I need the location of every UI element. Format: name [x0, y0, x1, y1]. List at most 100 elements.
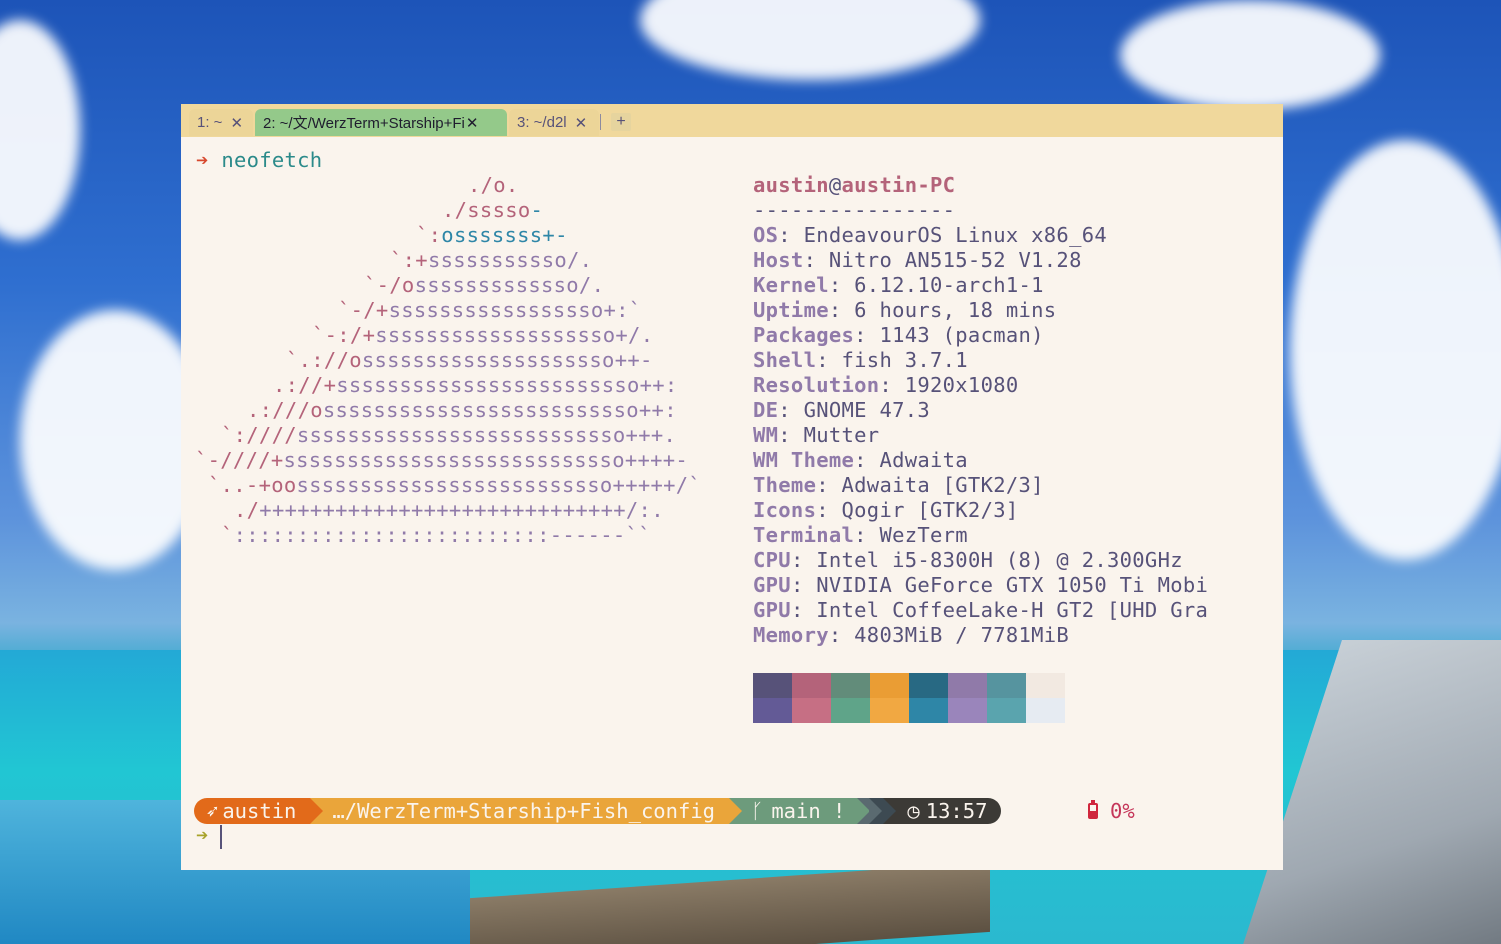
prompt-user-segment: ➶ austin: [194, 798, 324, 824]
info-colon: :: [854, 448, 880, 472]
info-row: WM: Mutter: [753, 423, 879, 448]
ascii-logo-segment-b: sssssssssssssssso+:`: [388, 298, 642, 322]
ascii-logo-segment-b: -: [530, 198, 544, 222]
battery-percent: 0%: [1110, 799, 1135, 823]
info-value: Adwaita: [879, 448, 968, 472]
info-colon: :: [816, 348, 842, 372]
info-colon: :: [879, 373, 905, 397]
ascii-logo-line: ./+++++++++++++++++++++++++++++/:.: [234, 498, 664, 523]
info-key: Host: [753, 248, 804, 272]
ascii-logo-line: .:///osssssssssssssssssssssssso++:: [247, 398, 677, 423]
info-colon: :: [816, 473, 842, 497]
ascii-logo-segment-a: `:+: [390, 248, 428, 272]
close-icon[interactable]: ✕: [230, 114, 243, 132]
color-swatch: [1026, 673, 1065, 698]
color-palette-bottom: [753, 698, 1065, 723]
tab-bar: 1: ~ ✕ 2: ~/文/WerzTerm+Starship+Fi ✕ 3: …: [181, 104, 1283, 137]
ascii-logo-line: ./sssso-: [442, 198, 543, 223]
ascii-logo-segment-a: `:: [416, 223, 442, 247]
info-value: Intel CoffeeLake-H GT2 [UHD Gra: [816, 598, 1209, 622]
info-row: Resolution: 1920x1080: [753, 373, 1019, 398]
color-swatch: [909, 673, 948, 698]
ascii-logo-segment-a: `:////: [221, 423, 297, 447]
prompt-time-segment: ◷ 13:57: [883, 798, 1002, 824]
info-key: Icons: [753, 498, 817, 522]
ascii-logo-segment-a: `.://o: [286, 348, 362, 372]
color-swatch: [948, 698, 987, 723]
ascii-logo-line: `:////ssssssssssssssssssssssssso+++.: [221, 423, 676, 448]
info-row: Memory: 4803MiB / 7781MiB: [753, 623, 1069, 648]
info-value: Intel i5-8300H (8) @ 2.300GHz: [816, 548, 1183, 572]
info-colon: :: [790, 598, 817, 622]
tab-2[interactable]: 2: ~/文/WerzTerm+Starship+Fi ✕: [255, 109, 507, 136]
info-key: WM Theme: [753, 448, 855, 472]
info-row: CPU: Intel i5-8300H (8) @ 2.300GHz: [753, 548, 1183, 573]
info-colon: :: [816, 498, 842, 522]
info-row: WM Theme: Adwaita: [753, 448, 968, 473]
info-key: OS: [753, 223, 779, 247]
close-icon[interactable]: ✕: [466, 114, 479, 132]
user-host: austin@austin-PC: [753, 173, 955, 198]
ascii-logo-segment-b: ssssssssssssssssssso++-: [361, 348, 653, 372]
info-value: 1143 (pacman): [879, 323, 1044, 347]
ascii-logo-segment-a: .:///o: [247, 398, 323, 422]
info-key: GPU: [753, 573, 791, 597]
clock-icon: ◷: [907, 799, 920, 823]
ascii-logo-segment-a: `-/o: [364, 273, 415, 297]
ascii-logo-line: `:osssssss+-: [416, 223, 568, 248]
info-value: 4803MiB / 7781MiB: [854, 623, 1070, 647]
tab-1[interactable]: 1: ~ ✕: [189, 109, 253, 136]
ascii-logo-line: `-////+sssssssssssssssssssssssssso++++-: [195, 448, 688, 473]
color-swatch: [792, 673, 831, 698]
cloud: [640, 0, 980, 80]
color-swatch: [870, 673, 909, 698]
segment-chevron: [310, 798, 324, 824]
git-branch-icon: ᚴ: [751, 799, 764, 823]
ascii-logo-segment-a: .://+: [273, 373, 337, 397]
ascii-logo-line: `-:/+sssssssssssssssssso+/.: [312, 323, 653, 348]
info-key: Shell: [753, 348, 817, 372]
close-icon[interactable]: ✕: [575, 114, 588, 132]
ascii-logo-segment-b: osssssss+-: [441, 223, 568, 247]
prompt-directory: …/WerzTerm+Starship+Fish_config: [332, 799, 716, 823]
tab-3[interactable]: 3: ~/d2l ✕: [509, 109, 599, 136]
info-row: GPU: NVIDIA GeForce GTX 1050 Ti Mobi: [753, 573, 1208, 598]
info-key: Uptime: [753, 298, 829, 322]
info-value: NVIDIA GeForce GTX 1050 Ti Mobi: [816, 573, 1209, 597]
tab-label: 3: ~/d2l: [517, 114, 567, 131]
ascii-logo-line: `..-+oosssssssssssssssssssssssso+++++/`: [208, 473, 701, 498]
ascii-logo-line: .://+ssssssssssssssssssssssso++:: [273, 373, 678, 398]
info-key: WM: [753, 423, 779, 447]
ascii-logo-segment-b: ssssssssssssssssssssssso++:: [336, 373, 678, 397]
info-colon: :: [803, 248, 829, 272]
ascii-logo-segment-b: sssssssssssso/.: [414, 273, 605, 297]
info-colon: :: [778, 423, 804, 447]
info-value: GNOME 47.3: [803, 398, 931, 422]
info-key: Theme: [753, 473, 817, 497]
info-value: 6.12.10-arch1-1: [854, 273, 1044, 297]
username: austin: [753, 173, 829, 197]
color-swatch: [948, 673, 987, 698]
info-row: Uptime: 6 hours, 18 mins: [753, 298, 1056, 323]
color-swatch: [792, 698, 831, 723]
color-swatch: [1026, 698, 1065, 723]
info-key: Packages: [753, 323, 855, 347]
info-colon: :: [828, 298, 855, 322]
ascii-logo-segment-a: `-////+: [195, 448, 284, 472]
cloud: [1290, 140, 1501, 560]
info-row: Icons: Qogir [GTK2/3]: [753, 498, 1019, 523]
new-tab-button[interactable]: +: [611, 113, 631, 131]
info-value: 1920x1080: [904, 373, 1019, 397]
info-value: Nitro AN515-52 V1.28: [828, 248, 1082, 272]
info-row: Terminal: WezTerm: [753, 523, 968, 548]
ascii-logo-line: `-/+sssssssssssssssso+:`: [338, 298, 641, 323]
ascii-logo-segment-a: `: [221, 523, 234, 547]
info-colon: :: [778, 398, 804, 422]
ascii-logo-segment-b: sssssssssssssssssssssssso++:: [322, 398, 677, 422]
ascii-logo-segment-a: ./sssso: [442, 198, 531, 222]
info-colon: :: [828, 623, 855, 647]
terminal-window[interactable]: 1: ~ ✕ 2: ~/文/WerzTerm+Starship+Fi ✕ 3: …: [181, 104, 1283, 870]
text-cursor[interactable]: [220, 825, 222, 849]
ascii-logo-segment-b: +++++++++++++++++++++++++++++/:.: [259, 498, 664, 522]
cloud: [1120, 0, 1380, 110]
